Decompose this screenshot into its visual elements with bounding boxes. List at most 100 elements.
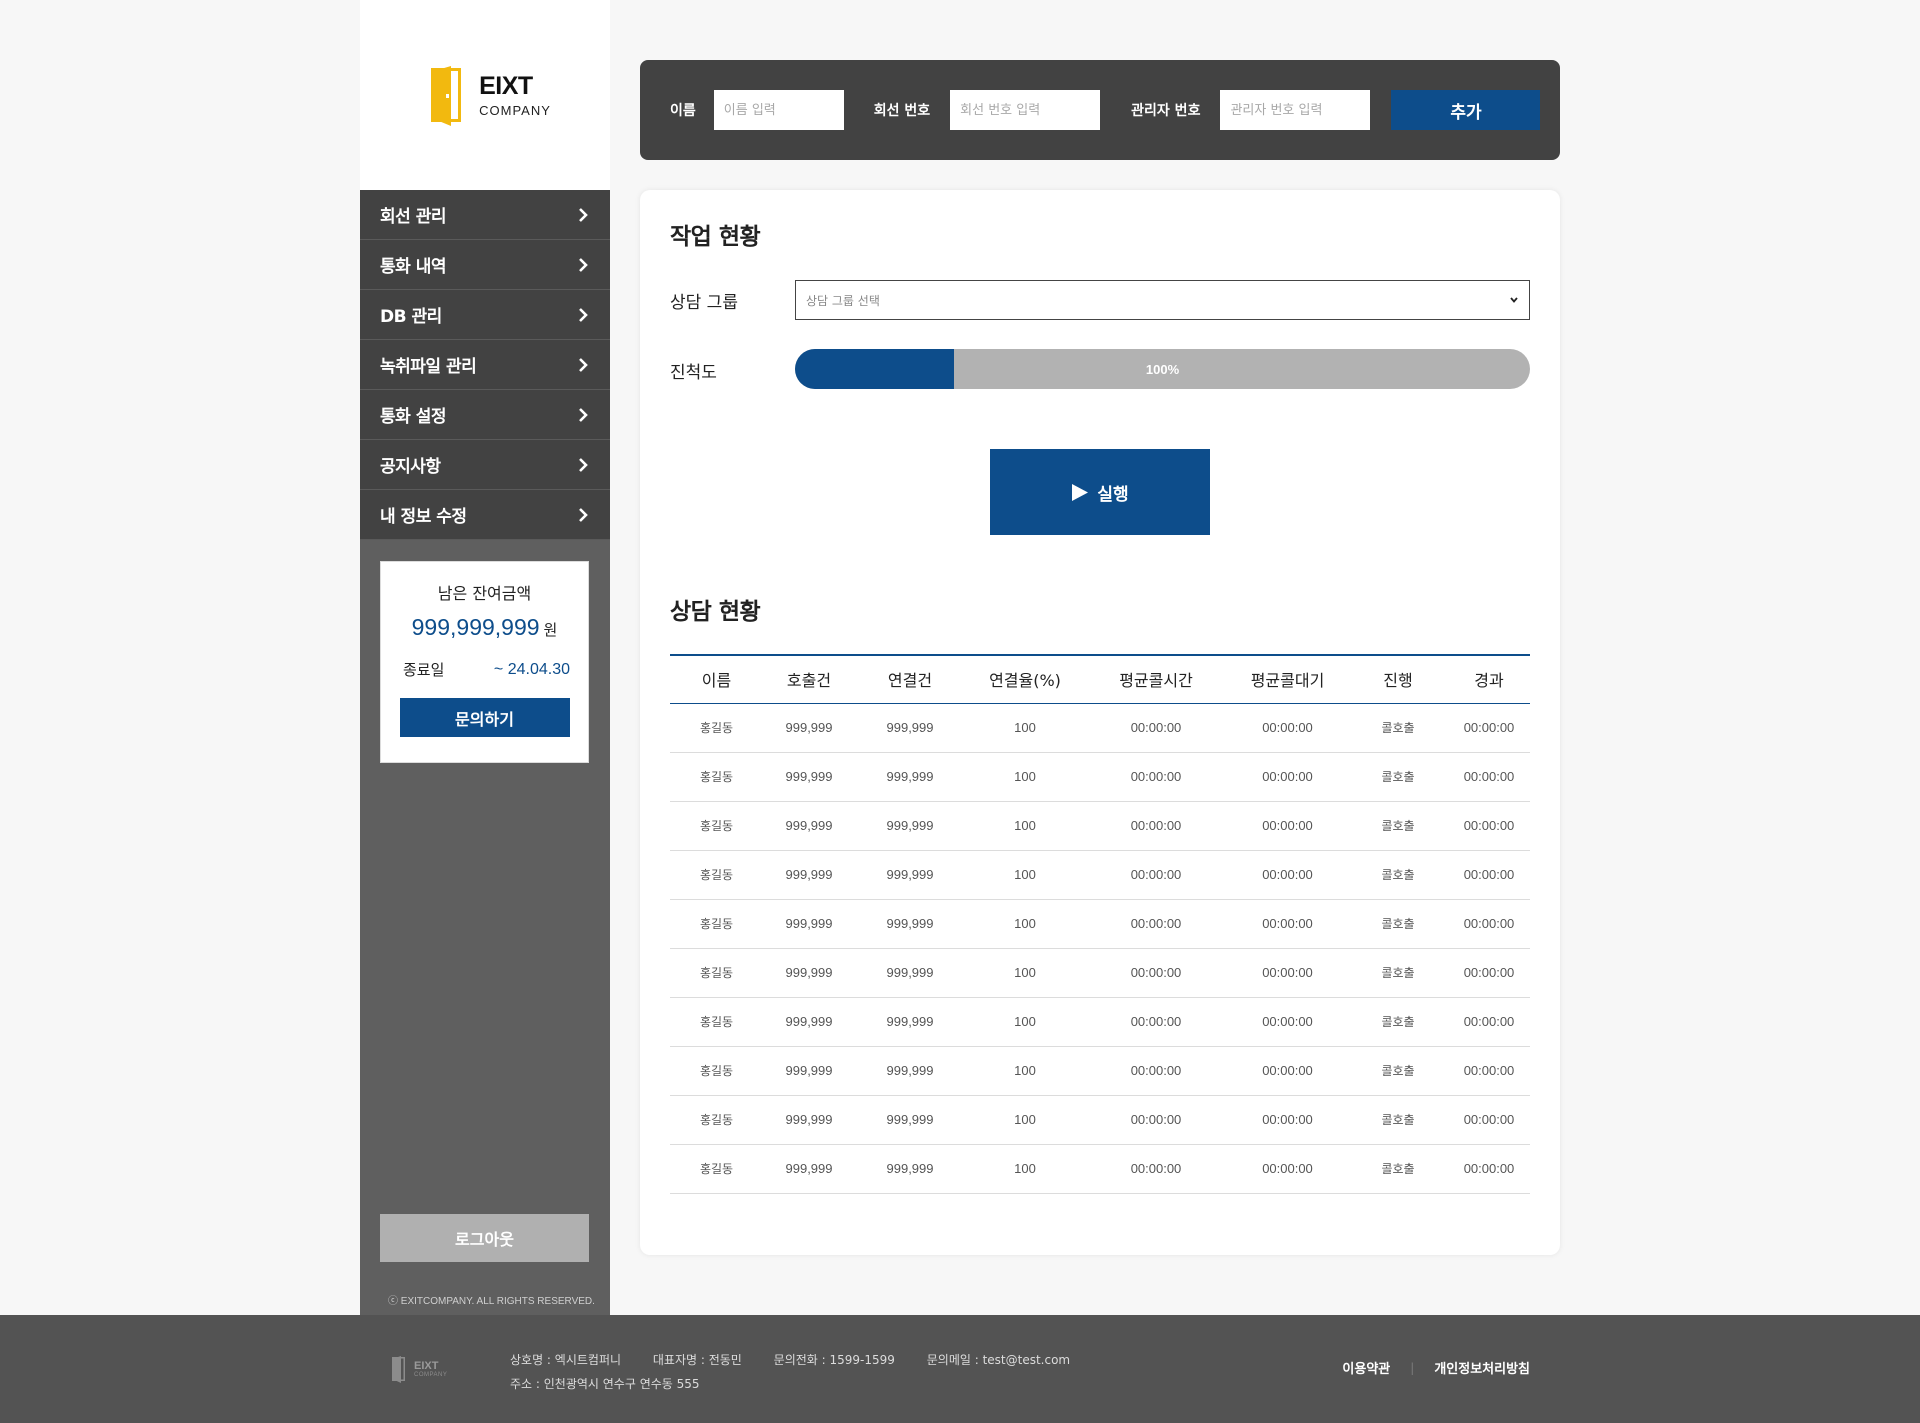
table-header-row: 이름 호출건 연결건 연결율(%) 평균콜시간 평균콜대기 진행 경과 — [670, 655, 1530, 704]
table-cell: 999,999 — [855, 801, 965, 851]
run-button[interactable]: 실행 — [990, 449, 1210, 535]
sidebar-item-label: 회선 관리 — [380, 207, 446, 227]
main-panel: 작업 현황 상담 그룹 상담 그룹 선택 진척도 100% 실행 상담 현황 이… — [640, 190, 1560, 1255]
table-cell: 999,999 — [763, 1095, 855, 1145]
table-cell: 999,999 — [855, 1046, 965, 1096]
sidebar-item-line-management[interactable]: 회선 관리 — [360, 190, 610, 240]
admin-number-label: 관리자 번호 — [1131, 103, 1201, 119]
sidebar-item-notices[interactable]: 공지사항 — [360, 440, 610, 490]
table-cell: 콜호출 — [1348, 1095, 1448, 1145]
sidebar-item-db-management[interactable]: DB 관리 — [360, 290, 610, 340]
table-cell: 100 — [965, 948, 1085, 998]
table-cell: 999,999 — [763, 703, 855, 753]
table-cell: 홍길동 — [670, 948, 763, 998]
sidebar-item-call-settings[interactable]: 통화 설정 — [360, 390, 610, 440]
footer-phone: 문의전화 : 1599-1599 — [773, 1353, 895, 1367]
table-cell: 00:00:00 — [1448, 899, 1530, 949]
sidebar-item-call-history[interactable]: 통화 내역 — [360, 240, 610, 290]
table-cell: 100 — [965, 1046, 1085, 1096]
consult-status-table: 이름 호출건 연결건 연결율(%) 평균콜시간 평균콜대기 진행 경과 홍길동 9… — [670, 654, 1530, 1194]
table-row[interactable]: 홍길동 999,999 999,999 100 00:00:00 00:00:00 콜호출 0… — [670, 948, 1530, 998]
column-header: 평균콜시간 — [1085, 655, 1227, 704]
chevron-right-icon — [579, 507, 588, 522]
footer-email: 문의메일 : test@test.com — [926, 1353, 1071, 1367]
admin-number-input[interactable] — [1220, 90, 1371, 130]
table-row[interactable]: 홍길동 999,999 999,999 100 00:00:00 00:00:00 콜호출 0… — [670, 1095, 1530, 1145]
line-number-input[interactable] — [950, 90, 1101, 130]
table-cell: 00:00:00 — [1085, 850, 1227, 900]
add-line-form: 이름 회선 번호 관리자 번호 추가 — [640, 60, 1560, 160]
table-cell: 00:00:00 — [1227, 1046, 1348, 1096]
logo-sub: COMPANY — [479, 103, 551, 118]
table-cell: 999,999 — [855, 850, 965, 900]
table-row[interactable]: 홍길동 999,999 999,999 100 00:00:00 00:00:00 콜호출 0… — [670, 752, 1530, 802]
logout-button[interactable]: 로그아웃 — [380, 1214, 589, 1262]
table-cell: 999,999 — [763, 899, 855, 949]
table-cell: 999,999 — [855, 703, 965, 753]
table-cell: 홍길동 — [670, 1144, 763, 1194]
table-cell: 00:00:00 — [1227, 752, 1348, 802]
sidebar: EIXT COMPANY 회선 관리 통화 내역 DB 관리 녹취파일 관리 통… — [360, 0, 610, 1315]
table-cell: 홍길동 — [670, 752, 763, 802]
column-header: 호출건 — [763, 655, 855, 704]
run-button-label: 실행 — [1097, 484, 1129, 505]
table-cell: 00:00:00 — [1227, 1144, 1348, 1194]
sidebar-item-recording-files[interactable]: 녹취파일 관리 — [360, 340, 610, 390]
table-cell: 콜호출 — [1348, 997, 1448, 1047]
sidebar-item-label: 녹취파일 관리 — [380, 357, 477, 377]
sidebar-item-label: 내 정보 수정 — [380, 507, 467, 527]
sidebar-nav: 회선 관리 통화 내역 DB 관리 녹취파일 관리 통화 설정 공지사항 내 정… — [360, 190, 610, 540]
end-date-value: ~ 24.04.30 — [493, 660, 570, 678]
company-logo[interactable]: EIXT COMPANY — [431, 64, 551, 126]
sidebar-item-my-info[interactable]: 내 정보 수정 — [360, 490, 610, 540]
chevron-right-icon — [579, 207, 588, 222]
table-cell: 콜호출 — [1348, 948, 1448, 998]
table-cell: 홍길동 — [670, 801, 763, 851]
consult-group-select[interactable]: 상담 그룹 선택 — [795, 280, 1530, 320]
balance-title: 남은 잔여금액 — [437, 584, 532, 603]
column-header: 이름 — [670, 655, 763, 704]
chevron-right-icon — [579, 357, 588, 372]
column-header: 연결율(%) — [965, 655, 1085, 704]
add-button[interactable]: 추가 — [1391, 90, 1541, 130]
table-row[interactable]: 홍길동 999,999 999,999 100 00:00:00 00:00:00 콜호출 0… — [670, 997, 1530, 1047]
table-cell: 콜호출 — [1348, 703, 1448, 753]
chevron-right-icon — [579, 407, 588, 422]
sidebar-item-label: 공지사항 — [380, 457, 441, 477]
table-row[interactable]: 홍길동 999,999 999,999 100 00:00:00 00:00:00 콜호출 0… — [670, 703, 1530, 753]
balance-unit: 원 — [543, 621, 558, 639]
table-cell: 00:00:00 — [1085, 1046, 1227, 1096]
name-input[interactable] — [713, 90, 844, 130]
table-cell: 999,999 — [763, 850, 855, 900]
table-cell: 00:00:00 — [1227, 850, 1348, 900]
footer-logo-sub: COMPANY — [414, 1372, 448, 1378]
table-row[interactable]: 홍길동 999,999 999,999 100 00:00:00 00:00:00 콜호출 0… — [670, 899, 1530, 949]
table-cell: 00:00:00 — [1227, 997, 1348, 1047]
table-cell: 홍길동 — [670, 899, 763, 949]
copyright-text: ⓒ EXITCOMPANY. ALL RIGHTS RESERVED. — [388, 1296, 595, 1307]
footer: EIXT COMPANY 상호명 : 엑시트컴퍼니 대표자명 : 전동민 문의전… — [0, 1315, 1920, 1423]
table-row[interactable]: 홍길동 999,999 999,999 100 00:00:00 00:00:00 콜호출 0… — [670, 1144, 1530, 1194]
inquiry-button[interactable]: 문의하기 — [399, 698, 570, 737]
table-cell: 00:00:00 — [1085, 997, 1227, 1047]
table-row[interactable]: 홍길동 999,999 999,999 100 00:00:00 00:00:00 콜호출 0… — [670, 801, 1530, 851]
table-row[interactable]: 홍길동 999,999 999,999 100 00:00:00 00:00:00 콜호출 0… — [670, 850, 1530, 900]
footer-address: 주소 : 인천광역시 연수구 연수동 555 — [510, 1377, 700, 1391]
table-cell: 00:00:00 — [1085, 703, 1227, 753]
table-cell: 00:00:00 — [1448, 801, 1530, 851]
consult-status-title: 상담 현황 — [670, 599, 761, 625]
table-cell: 00:00:00 — [1085, 752, 1227, 802]
column-header: 진행 — [1348, 655, 1448, 704]
chevron-down-icon — [1510, 297, 1518, 303]
table-cell: 100 — [965, 752, 1085, 802]
terms-link[interactable]: 이용약관 — [1342, 1358, 1390, 1377]
consult-table-body: 홍길동 999,999 999,999 100 00:00:00 00:00:00 콜호출 0… — [670, 703, 1530, 1194]
table-cell: 999,999 — [763, 948, 855, 998]
table-row[interactable]: 홍길동 999,999 999,999 100 00:00:00 00:00:00 콜호출 0… — [670, 1046, 1530, 1096]
privacy-policy-link[interactable]: 개인정보처리방침 — [1434, 1358, 1530, 1377]
table-cell: 콜호출 — [1348, 850, 1448, 900]
sidebar-item-label: 통화 설정 — [380, 407, 446, 427]
table-cell: 100 — [965, 850, 1085, 900]
table-cell: 홍길동 — [670, 703, 763, 753]
consult-group-placeholder: 상담 그룹 선택 — [806, 293, 880, 308]
